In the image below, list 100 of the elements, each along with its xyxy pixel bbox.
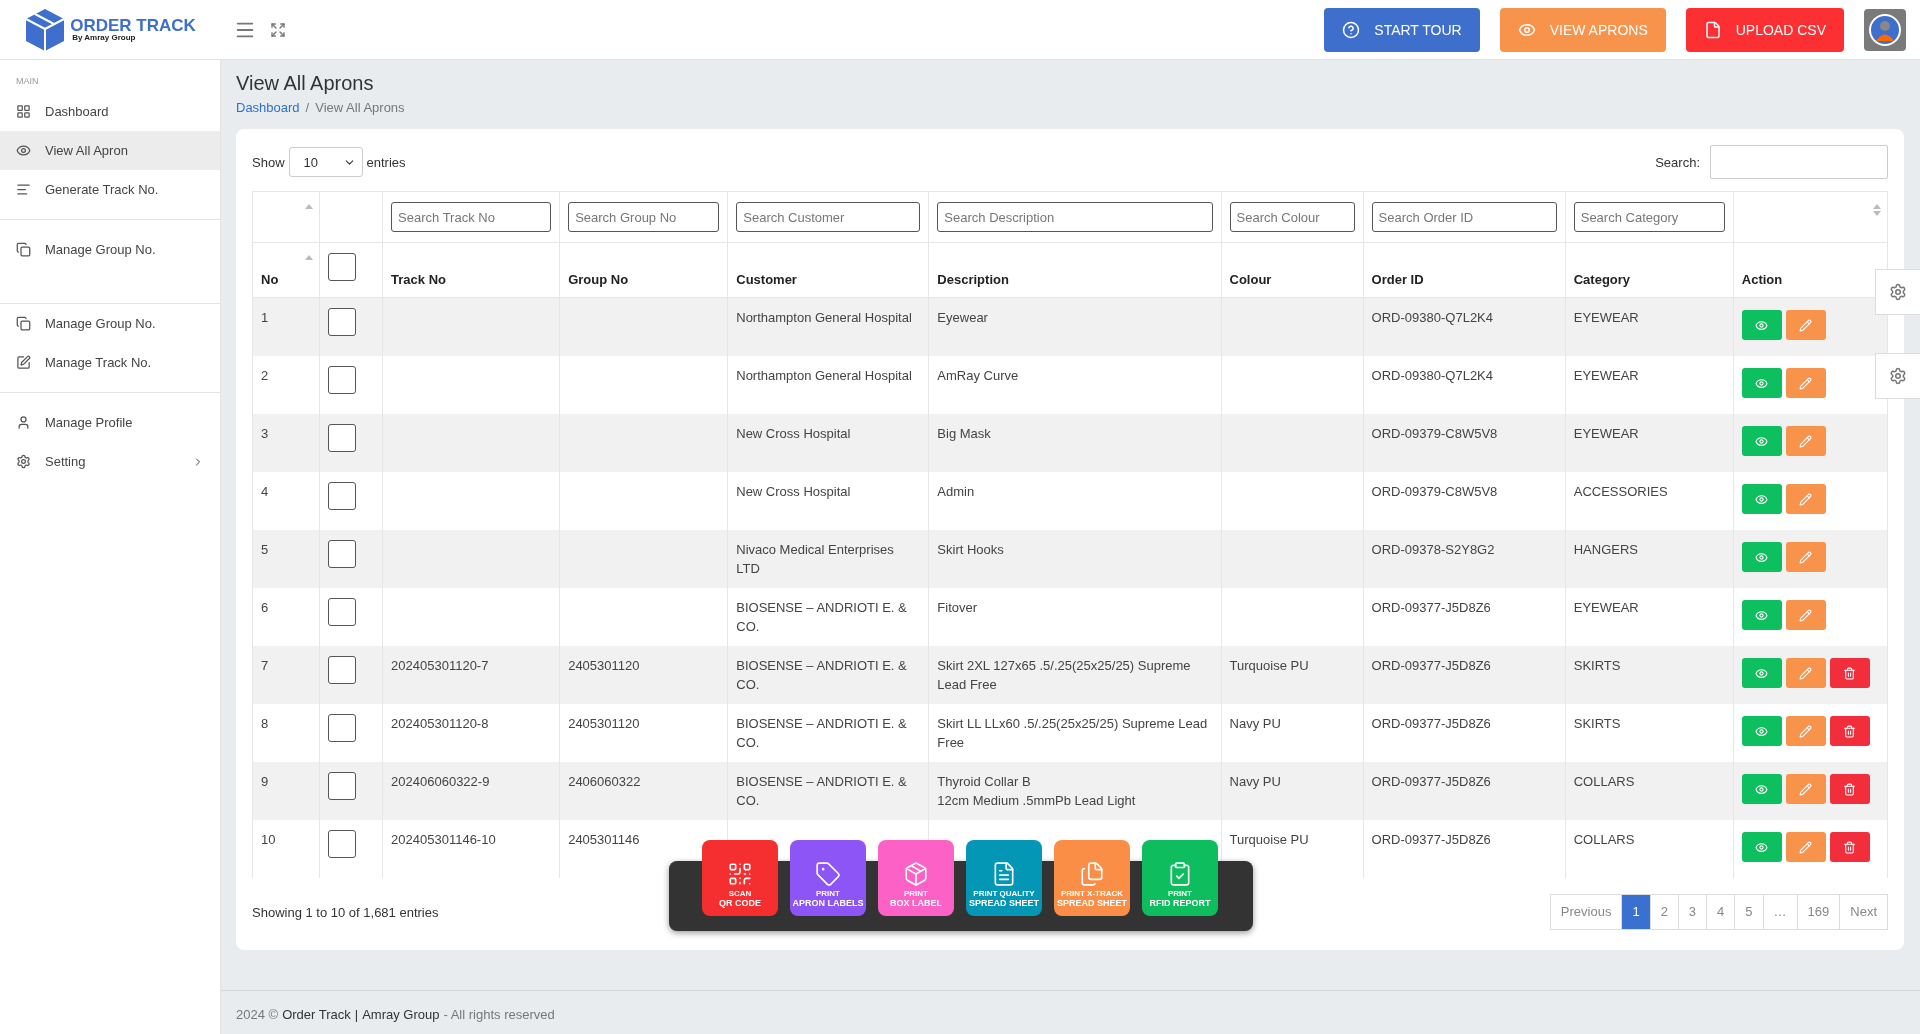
start-tour-button[interactable]: START TOUR: [1324, 7, 1480, 52]
page-link[interactable]: 1: [1621, 894, 1651, 930]
view-button[interactable]: [1741, 426, 1782, 456]
filter-field[interactable]: Search Colour: [1229, 202, 1355, 232]
column-header[interactable]: Customer: [736, 272, 797, 287]
tool-button[interactable]: SCAN QR CODE: [702, 840, 778, 916]
column-header[interactable]: Order ID: [1371, 272, 1424, 287]
row-checkbox[interactable]: [328, 482, 357, 510]
footer-link[interactable]: Order Track: [282, 1007, 351, 1022]
row-checkbox[interactable]: [328, 830, 357, 858]
user-avatar[interactable]: [1864, 8, 1906, 51]
select-all-checkbox[interactable]: [328, 253, 357, 281]
sort-icon[interactable]: [1873, 204, 1881, 216]
delete-button[interactable]: [1829, 774, 1870, 804]
breadcrumb-current: View All Aprons: [315, 100, 405, 115]
view-button[interactable]: [1741, 542, 1782, 572]
table-cell: SKIRTS: [1573, 716, 1621, 731]
edit-button[interactable]: [1785, 600, 1826, 630]
view-button[interactable]: [1741, 484, 1782, 514]
column-header[interactable]: Action: [1741, 272, 1783, 287]
settings-tab[interactable]: [1875, 353, 1920, 399]
table-cell: ORD-09378-S2Y8G2: [1371, 542, 1495, 557]
edit-button[interactable]: [1785, 484, 1826, 514]
page-size-select[interactable]: 10: [288, 147, 363, 177]
edit-button[interactable]: [1785, 426, 1826, 456]
table-cell: Skirt Hooks: [937, 542, 1004, 557]
filter-field[interactable]: Search Track No: [391, 202, 552, 232]
view-button[interactable]: [1741, 774, 1782, 804]
sidebar-item[interactable]: Manage Profile: [0, 403, 220, 442]
sidebar-item[interactable]: Dashboard: [0, 92, 220, 131]
column-header[interactable]: Colour: [1229, 272, 1272, 287]
row-checkbox[interactable]: [328, 598, 357, 626]
column-header[interactable]: Group No: [568, 272, 629, 287]
table-cell: EYEWEAR: [1573, 426, 1639, 441]
view-button[interactable]: [1741, 310, 1782, 340]
table-cell: BIOSENSE – ANDRIOTI E. & CO.: [736, 774, 907, 808]
page-link[interactable]: Next: [1839, 894, 1888, 930]
view-button[interactable]: [1741, 832, 1782, 862]
table-cell: EYEWEAR: [1573, 310, 1639, 325]
page-link[interactable]: 4: [1706, 894, 1736, 930]
sidebar-item[interactable]: Manage Group No.: [0, 304, 220, 343]
column-header[interactable]: Track No: [391, 272, 446, 287]
row-checkbox[interactable]: [328, 540, 357, 568]
edit-button[interactable]: [1785, 368, 1826, 398]
breadcrumb-link[interactable]: Dashboard: [236, 100, 300, 115]
tool-button[interactable]: PRINT APRON LABELS: [790, 840, 866, 916]
column-header[interactable]: Category: [1573, 272, 1631, 287]
pencil-icon: [1799, 840, 1813, 854]
section-label: MAIN: [15, 75, 40, 88]
footer-link[interactable]: |: [354, 1007, 359, 1022]
filter-field[interactable]: Search Description: [937, 202, 1213, 232]
filter-field[interactable]: Search Customer: [736, 202, 921, 232]
edit-button[interactable]: [1785, 310, 1826, 340]
table-cell: 202406060322-9: [391, 774, 490, 789]
row-checkbox[interactable]: [328, 772, 357, 800]
view-button[interactable]: [1741, 368, 1782, 398]
table-cell: 3: [261, 426, 269, 441]
page-link[interactable]: Previous: [1549, 894, 1623, 930]
pencil-icon: [1799, 724, 1813, 738]
upload-csv-button[interactable]: UPLOAD CSV: [1685, 7, 1844, 52]
table-cell: 5: [261, 542, 269, 557]
row-checkbox[interactable]: [328, 714, 357, 742]
sidebar-item[interactable]: Setting: [0, 442, 220, 481]
table-cell: Navy PU: [1229, 774, 1281, 789]
sidebar-item[interactable]: Manage Track No.: [0, 343, 220, 382]
filter-field[interactable]: Search Category: [1573, 202, 1725, 232]
edit-button[interactable]: [1785, 832, 1826, 862]
filter-field[interactable]: Search Group No: [568, 202, 720, 232]
sidebar-item[interactable]: Generate Track No.: [0, 170, 220, 209]
filter-field[interactable]: Search Order ID: [1371, 202, 1557, 232]
row-checkbox[interactable]: [328, 308, 357, 336]
sort-icon[interactable]: [305, 204, 314, 209]
page-link[interactable]: 5: [1734, 894, 1764, 930]
page-link[interactable]: 169: [1796, 894, 1841, 930]
sidebar-item[interactable]: View All Apron: [0, 131, 220, 170]
edit-button[interactable]: [1785, 542, 1826, 572]
column-header[interactable]: No: [261, 272, 279, 287]
delete-button[interactable]: [1829, 716, 1870, 746]
column-header[interactable]: Description: [937, 272, 1009, 287]
view-button[interactable]: [1741, 600, 1782, 630]
page-link[interactable]: 2: [1649, 894, 1679, 930]
row-checkbox[interactable]: [328, 424, 357, 452]
edit-button[interactable]: [1785, 716, 1826, 746]
sidebar-item[interactable]: Manage Group No.: [0, 230, 220, 269]
footer-link[interactable]: Amray Group: [362, 1007, 440, 1022]
edit-button[interactable]: [1785, 658, 1826, 688]
page-link[interactable]: …: [1762, 894, 1798, 930]
sort-icon[interactable]: [305, 255, 314, 260]
table-cell: Admin: [937, 484, 975, 499]
row-checkbox[interactable]: [328, 366, 357, 394]
view-button[interactable]: [1741, 716, 1782, 746]
settings-tab[interactable]: [1875, 269, 1920, 315]
row-checkbox[interactable]: [328, 656, 357, 684]
page-link[interactable]: 3: [1677, 894, 1708, 930]
search-field[interactable]: [1710, 145, 1888, 179]
delete-button[interactable]: [1829, 832, 1870, 862]
view-button[interactable]: [1741, 658, 1782, 688]
edit-button[interactable]: [1785, 774, 1826, 804]
fullscreen-icon[interactable]: [270, 21, 286, 38]
delete-button[interactable]: [1829, 658, 1870, 688]
